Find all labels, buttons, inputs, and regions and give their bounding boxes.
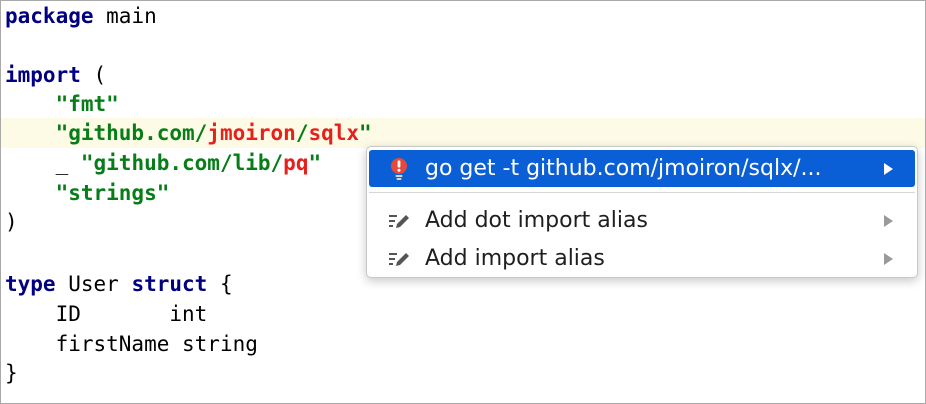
keyword-struct: struct [131, 272, 208, 296]
menu-item-label: Add dot import alias [425, 208, 648, 233]
error-bulb-icon [387, 157, 411, 181]
import-pq-part1: "github.com/lib/ [80, 151, 284, 175]
import-paren: ( [80, 63, 107, 87]
package-name: main [93, 4, 157, 28]
submenu-arrow-icon[interactable] [884, 162, 893, 175]
field-id: ID int [55, 302, 208, 326]
unresolved-pq: pq [283, 151, 309, 175]
code-line-1[interactable]: package main [1, 1, 925, 31]
unresolved-jmoiron: jmoiron [207, 121, 296, 145]
code-line-11[interactable]: ID int [1, 299, 925, 329]
import-strings: "strings" [55, 181, 170, 205]
open-brace: { [207, 272, 233, 296]
intention-actions-popup: go get -t github.com/jmoiron/sqlx/... Ad… [366, 146, 918, 278]
type-name: User [55, 272, 132, 296]
code-line-4[interactable]: "fmt" [1, 89, 925, 119]
menu-item-add-import-alias[interactable]: Add import alias [369, 240, 915, 277]
submenu-arrow-icon[interactable] [884, 214, 893, 227]
menu-item-label: go get -t github.com/jmoiron/sqlx/... [425, 156, 822, 181]
keyword-package: package [5, 4, 94, 28]
import-sqlx-quote: " [359, 121, 372, 145]
menu-item-label: Add import alias [425, 246, 605, 271]
code-line-13[interactable]: } [1, 358, 925, 388]
code-line-3[interactable]: import ( [1, 60, 925, 90]
code-line-5-current[interactable]: "github.com/jmoiron/sqlx" [1, 118, 925, 148]
edit-pencil-icon [387, 247, 411, 271]
close-paren: ) [5, 210, 18, 234]
submenu-arrow-icon[interactable] [884, 252, 893, 265]
close-brace: } [5, 361, 18, 385]
import-sqlx-slash: / [295, 121, 309, 145]
menu-separator [369, 192, 915, 193]
unresolved-sqlx: sqlx [308, 121, 360, 145]
keyword-type: type [5, 272, 56, 296]
import-fmt: "fmt" [55, 92, 119, 116]
menu-item-go-get[interactable]: go get -t github.com/jmoiron/sqlx/... [369, 150, 915, 187]
blank-identifier: _ [55, 151, 81, 175]
edit-pencil-icon [387, 209, 411, 233]
keyword-import: import [5, 63, 81, 87]
import-pq-quote: " [308, 151, 322, 175]
code-line-12[interactable]: firstName string [1, 329, 925, 359]
import-sqlx-part1: "github.com/ [55, 121, 208, 145]
field-firstname: firstName string [55, 332, 258, 356]
menu-item-add-dot-import-alias[interactable]: Add dot import alias [369, 202, 915, 239]
editor-window: package main import ( "fmt" "github.com/… [0, 0, 926, 404]
